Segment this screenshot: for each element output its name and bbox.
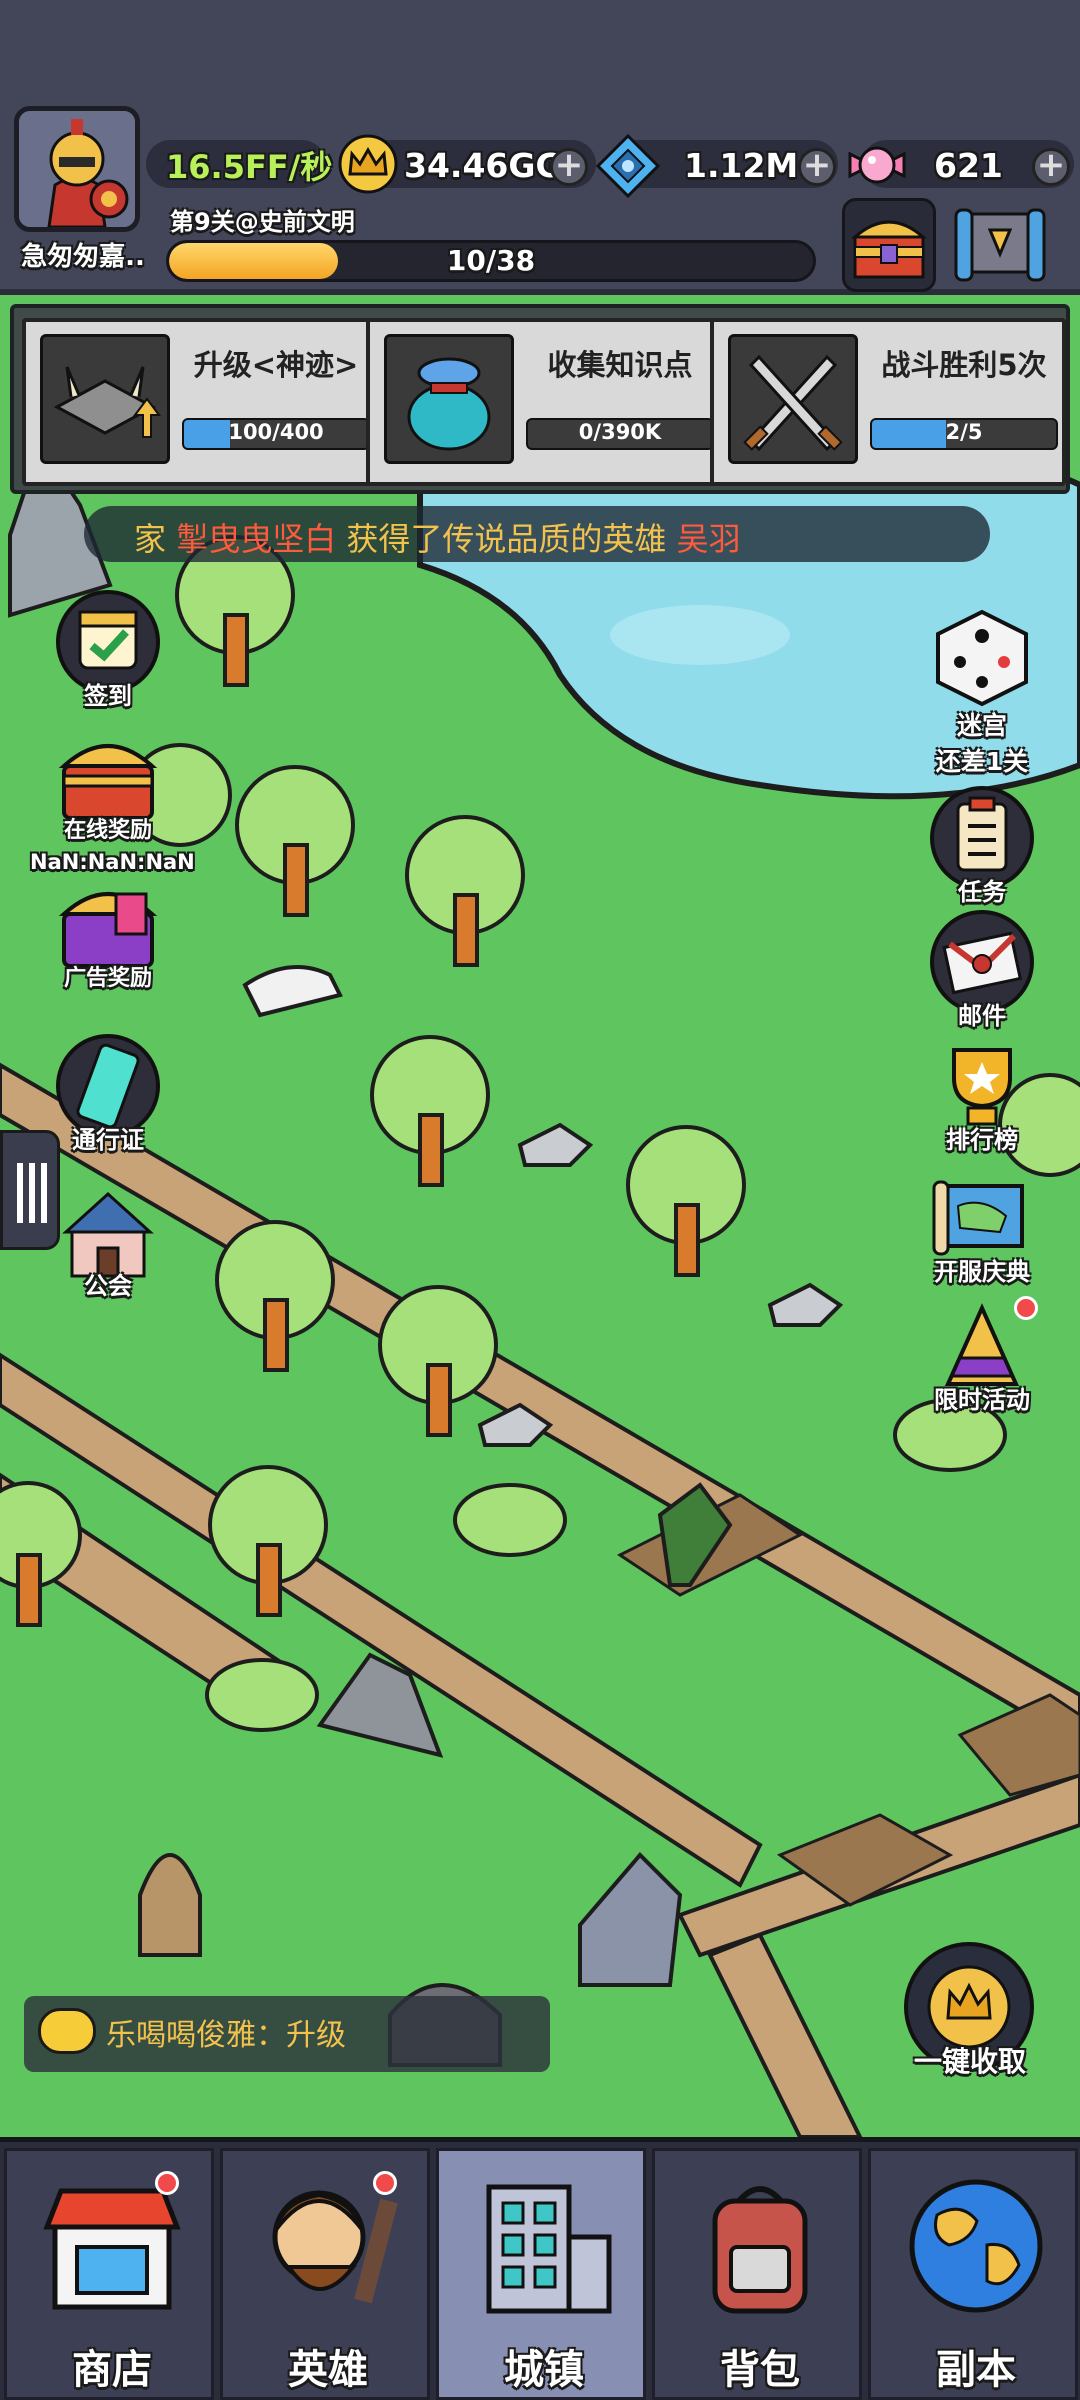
- announcement-prefix: 家: [134, 520, 167, 558]
- mail-label: 邮件: [958, 1002, 1006, 1030]
- online-reward-timer: NaN:NaN:NaN: [30, 850, 195, 874]
- add-crown-button[interactable]: +: [550, 148, 588, 186]
- treasure-bag-icon: [384, 334, 514, 464]
- crown-icon: [338, 134, 398, 194]
- tasks-label: 任务: [958, 878, 1006, 906]
- gem-icon: [596, 134, 660, 198]
- quest-title: 升级<神迹>: [193, 348, 359, 382]
- online-reward-label: 在线奖励: [63, 818, 152, 843]
- gem-value: 1.12M: [684, 146, 799, 185]
- spartan-hero-icon: [19, 111, 135, 227]
- chat-bubble-icon: [38, 2008, 96, 2054]
- tab-dungeon[interactable]: 副本: [868, 2148, 1078, 2400]
- chat-message: 乐喝喝俊雅：升级: [106, 2018, 346, 2053]
- announcement-text: 家 掣曳曳坚白 获得了传说品质的英雄 吴羽: [134, 514, 741, 560]
- leaderboard-label: 排行榜: [946, 1126, 1018, 1154]
- guild-label: 公会: [84, 1272, 132, 1300]
- sign-in-button[interactable]: 签到: [48, 590, 168, 711]
- quest-panel: 升级<神迹> 100/400 收集知识点 0/390K 战斗胜利5次 2/5: [10, 304, 1070, 494]
- maze-remaining: 还差1关: [935, 747, 1029, 776]
- dice-icon: [930, 606, 1034, 710]
- crown-value: 34.46GG: [404, 146, 563, 185]
- tab-shop-label: 商店: [72, 2347, 152, 2393]
- world-map-button[interactable]: [950, 200, 1050, 290]
- tab-town-label: 城镇: [504, 2347, 584, 2393]
- add-gem-button[interactable]: +: [798, 148, 836, 186]
- add-candy-button[interactable]: +: [1032, 148, 1070, 186]
- notification-dot: [1014, 1296, 1038, 1320]
- tab-town[interactable]: 城镇: [436, 2148, 646, 2400]
- scroll-map-icon: [954, 208, 1046, 282]
- collect-all-label: 一键收取: [913, 2045, 1026, 2078]
- tab-shop[interactable]: 商店: [4, 2148, 214, 2400]
- notification-dot: [373, 2171, 397, 2195]
- quest-title: 收集知识点: [547, 348, 693, 382]
- backpack-icon: [685, 2171, 835, 2321]
- tasks-button[interactable]: 任务: [922, 786, 1042, 907]
- treasure-chest-button[interactable]: [842, 198, 936, 292]
- building-icon: [469, 2171, 619, 2321]
- tab-backpack-label: 背包: [720, 2347, 800, 2393]
- sign-in-label: 签到: [84, 682, 132, 710]
- bottom-navigation: 商店 英雄 城镇 背包 副本: [0, 2137, 1080, 2400]
- pass-label: 通行证: [72, 1126, 144, 1154]
- treasure-chest-icon: [851, 220, 927, 279]
- quest-progress-text: 100/400: [228, 420, 324, 444]
- quest-title: 战斗胜利5次: [881, 348, 1047, 382]
- stage-label: 第9关@史前文明: [170, 208, 355, 236]
- candy-value: 621: [934, 146, 1003, 185]
- player-name: 急匆匆嘉..: [21, 242, 145, 272]
- tab-backpack[interactable]: 背包: [652, 2148, 862, 2400]
- announcement-middle: 获得了传说品质的英雄: [346, 520, 667, 558]
- candy-icon: [848, 146, 906, 184]
- quest-progress-text: 2/5: [945, 420, 983, 444]
- ad-reward-button[interactable]: 广告奖励: [48, 874, 168, 992]
- quest-card[interactable]: 战斗胜利5次 2/5: [710, 318, 1066, 486]
- limited-event-label: 限时活动: [934, 1386, 1030, 1414]
- altar-icon: [40, 334, 170, 464]
- announcement-player: 掣曳曳坚白: [176, 520, 337, 558]
- mail-button[interactable]: 邮件: [922, 910, 1042, 1031]
- player-avatar[interactable]: [14, 106, 140, 232]
- announcement-hero: 吴羽: [676, 520, 741, 558]
- income-rate: 16.5FF/秒: [166, 148, 333, 186]
- tab-dungeon-label: 副本: [936, 2347, 1016, 2393]
- quest-card[interactable]: 升级<神迹> 100/400: [22, 318, 378, 486]
- tab-heroes[interactable]: 英雄: [220, 2148, 430, 2400]
- crossed-swords-icon: [728, 334, 858, 464]
- quest-progress-text: 0/390K: [578, 420, 662, 444]
- top-status-bar: 急匆匆嘉.. 16.5FF/秒 34.46GG + 1.12M + 621 + …: [0, 0, 1080, 295]
- maze-label: 迷宫: [956, 711, 1007, 740]
- leaderboard-button[interactable]: 排行榜: [922, 1034, 1042, 1155]
- pass-button[interactable]: 通行证: [48, 1034, 168, 1155]
- quest-card[interactable]: 收集知识点 0/390K: [366, 318, 722, 486]
- globe-icon: [901, 2171, 1051, 2321]
- drawer-bar: [29, 1163, 35, 1223]
- guild-button[interactable]: 公会: [48, 1180, 168, 1301]
- stage-progress-text: 10/38: [446, 244, 536, 277]
- tab-heroes-label: 英雄: [288, 2347, 368, 2393]
- drawer-bar: [41, 1163, 47, 1223]
- maze-button[interactable]: 迷宫 还差1关: [922, 606, 1042, 778]
- online-reward-button[interactable]: 在线奖励: [48, 726, 168, 844]
- limited-event-button[interactable]: 限时活动: [922, 1294, 1042, 1415]
- ad-reward-label: 广告奖励: [63, 966, 152, 991]
- notification-dot: [155, 2171, 179, 2195]
- drawer-bar: [17, 1163, 23, 1223]
- server-celebration-label: 开服庆典: [934, 1258, 1030, 1286]
- server-celebration-button[interactable]: 开服庆典: [922, 1166, 1042, 1287]
